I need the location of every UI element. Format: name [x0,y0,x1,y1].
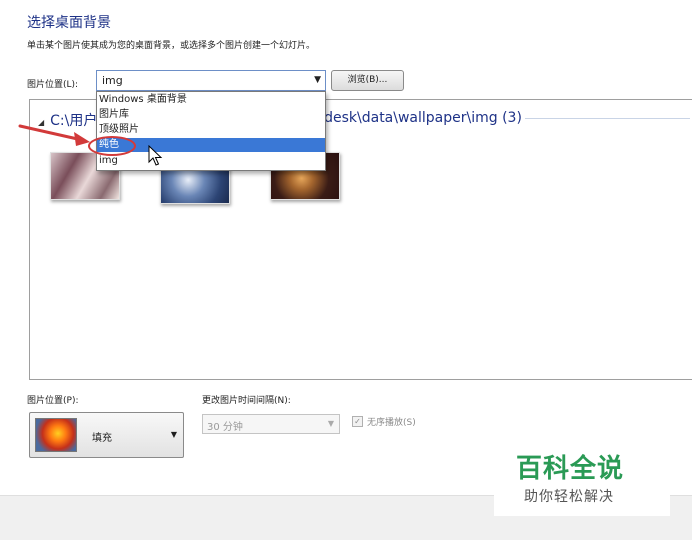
browse-button[interactable]: 浏览(B)... [331,70,404,91]
position-select-value: 填充 [92,433,112,444]
page-subtitle: 单击某个图片使其成为您的桌面背景，或选择多个图片创建一个幻灯片。 [27,41,316,51]
chevron-down-icon: ▼ [327,419,334,428]
mouse-cursor-icon [148,145,163,166]
location-label: 图片位置(L): [27,80,79,90]
position-preview-image [35,418,77,452]
chevron-down-icon: ▼ [170,430,177,439]
dropdown-option[interactable]: Windows 桌面背景 [97,93,325,107]
interval-select[interactable]: 30 分钟 ▼ [202,414,340,434]
interval-label: 更改图片时间间隔(N): [202,396,291,406]
dropdown-option[interactable]: 顶级照片 [97,123,325,137]
dropdown-option[interactable]: 图片库 [97,108,325,122]
interval-select-value: 30 分钟 [207,422,243,433]
shuffle-label: 无序播放(S) [367,418,416,428]
watermark-subtitle: 助你轻松解决 [524,489,614,505]
chevron-down-icon: ▼ [314,75,321,85]
location-select-value: img [102,74,123,87]
watermark-title: 百科全说 [516,454,625,484]
watermark: 百科全说 助你轻松解决 [494,440,670,516]
position-select[interactable]: 填充 ▼ [29,412,184,458]
dropdown-option[interactable]: img [97,154,325,168]
location-select[interactable]: img ▼ [96,70,326,91]
location-dropdown-list[interactable]: Windows 桌面背景 图片库 顶级照片 纯色 img [96,91,326,171]
page-title: 选择桌面背景 [27,15,111,31]
group-divider [525,118,690,119]
red-highlight-ellipse [88,136,136,156]
group-header-path-tail: kdesk\data\wallpaper\img (3) [316,110,522,126]
shuffle-checkbox[interactable]: ✓ [352,416,363,427]
position-label: 图片位置(P): [27,396,79,406]
